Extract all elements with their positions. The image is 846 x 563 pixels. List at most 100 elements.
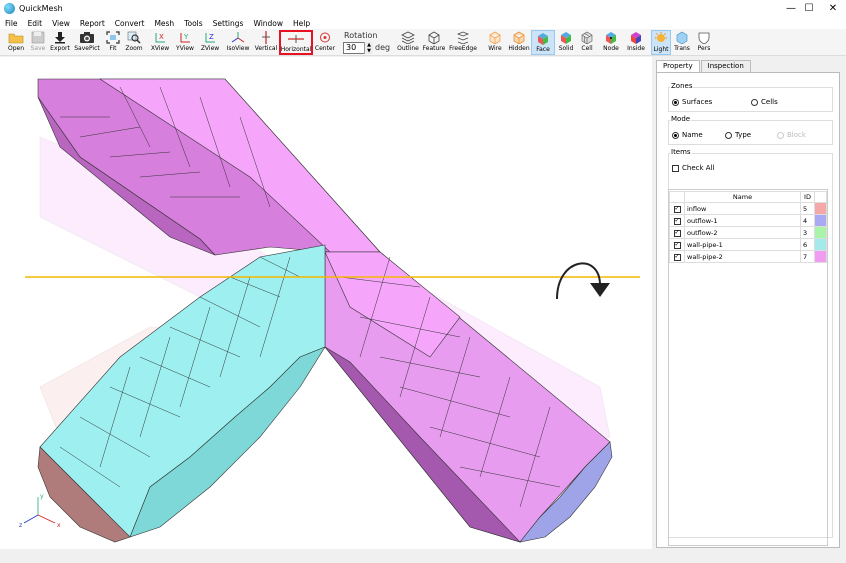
menu-mesh[interactable]: Mesh: [149, 19, 179, 28]
rotation-unit: deg: [375, 43, 391, 52]
rotation-label: Rotation: [344, 31, 378, 40]
menu-bar: File Edit View Report Convert Mesh Tools…: [0, 17, 846, 29]
mesh-viewport[interactable]: y x z: [0, 57, 652, 549]
y-axis-view-icon: Y: [177, 30, 193, 44]
name-radio[interactable]: Name: [672, 131, 703, 139]
folder-icon: [8, 30, 24, 44]
axis-triad: [23, 497, 56, 524]
window-title: QuickMesh: [19, 4, 63, 13]
trans-button[interactable]: Trans: [672, 30, 692, 55]
svg-text:X: X: [159, 33, 164, 41]
row-id: 4: [800, 214, 815, 227]
zones-title: Zones: [670, 82, 694, 90]
horizontal-axis-icon: [288, 32, 304, 45]
row-checkbox[interactable]: ✓: [673, 217, 681, 225]
row-checkbox[interactable]: ✓: [673, 205, 681, 213]
items-table: Name ID ✓ inflow 5 ✓ outflow-1 4 ✓ outfl…: [669, 191, 827, 263]
column-name-header: Name: [684, 191, 801, 203]
column-id-header: ID: [800, 191, 815, 203]
hidden-button[interactable]: Hidden: [507, 30, 531, 55]
row-name: inflow: [684, 202, 801, 215]
node-button[interactable]: Node: [601, 30, 621, 55]
yview-button[interactable]: Y YView: [174, 30, 196, 55]
rotation-stepper[interactable]: ▲ ▼: [364, 42, 373, 54]
menu-tools[interactable]: Tools: [179, 19, 207, 28]
vertical-button[interactable]: Vertical: [254, 30, 278, 55]
row-checkbox[interactable]: ✓: [673, 241, 681, 249]
solid-button[interactable]: Solid: [556, 30, 576, 55]
isoview-button[interactable]: IsoView: [225, 30, 251, 55]
fit-button[interactable]: Fit: [104, 30, 122, 55]
savepict-button[interactable]: SavePict: [73, 30, 101, 55]
menu-window[interactable]: Window: [248, 19, 288, 28]
outline-button[interactable]: Outline: [396, 30, 420, 55]
menu-edit[interactable]: Edit: [23, 19, 48, 28]
wire-button[interactable]: Wire: [484, 30, 506, 55]
xview-button[interactable]: X XView: [149, 30, 171, 55]
row-id: 3: [800, 226, 815, 239]
export-button[interactable]: Export: [49, 30, 71, 55]
tab-property[interactable]: Property: [656, 60, 700, 72]
row-checkbox[interactable]: ✓: [673, 253, 681, 261]
zoom-button[interactable]: Zoom: [124, 30, 144, 55]
x-axis-view-icon: X: [152, 30, 168, 44]
pers-button[interactable]: Pers: [694, 30, 714, 55]
table-row[interactable]: ✓ outflow-2 3: [669, 226, 827, 239]
tab-inspection[interactable]: Inspection: [700, 60, 751, 72]
horizontal-button[interactable]: Horizontal: [279, 30, 313, 55]
row-id: 5: [800, 202, 815, 215]
menu-convert[interactable]: Convert: [110, 19, 150, 28]
block-radio[interactable]: Block: [777, 131, 806, 139]
transparent-cube-icon: [674, 30, 690, 44]
freeedge-button[interactable]: FreeEdge: [449, 30, 477, 55]
table-row[interactable]: ✓ outflow-1 4: [669, 214, 827, 227]
magnifier-icon: [126, 30, 142, 44]
node-cube-icon: [603, 30, 619, 44]
type-radio[interactable]: Type: [725, 131, 751, 139]
row-checkbox[interactable]: ✓: [673, 229, 681, 237]
menu-help[interactable]: Help: [288, 19, 315, 28]
outline-layers-icon: [400, 30, 416, 44]
perspective-shield-icon: [696, 30, 712, 44]
row-id: 6: [800, 238, 815, 251]
inside-cube-icon: [628, 30, 644, 44]
close-button[interactable]: ✕: [818, 0, 846, 17]
fit-screen-icon: [105, 30, 121, 44]
app-logo-icon: [4, 3, 15, 14]
table-header: Name ID: [669, 191, 827, 203]
light-button[interactable]: Light: [651, 30, 671, 55]
check-all-checkbox[interactable]: Check All: [672, 164, 714, 172]
zview-button[interactable]: Z ZView: [199, 30, 221, 55]
table-row[interactable]: ✓ inflow 5: [669, 202, 827, 215]
table-row[interactable]: ✓ wall-pipe-2 7: [669, 250, 827, 263]
center-button[interactable]: Center: [314, 30, 336, 55]
svg-text:Z: Z: [209, 33, 214, 41]
row-name: outflow-1: [684, 214, 801, 227]
free-edge-icon: [455, 30, 471, 44]
open-button[interactable]: Open: [5, 30, 27, 55]
menu-file[interactable]: File: [0, 19, 23, 28]
color-swatch[interactable]: [815, 227, 826, 238]
menu-settings[interactable]: Settings: [208, 19, 249, 28]
inside-button[interactable]: Inside: [625, 30, 647, 55]
row-id: 7: [800, 250, 815, 263]
feature-button[interactable]: Feature: [422, 30, 446, 55]
face-button[interactable]: Face: [531, 30, 555, 55]
save-button[interactable]: Save: [28, 30, 48, 55]
cells-radio[interactable]: Cells: [751, 98, 778, 106]
table-row[interactable]: ✓ wall-pipe-1 6: [669, 238, 827, 251]
menu-report[interactable]: Report: [75, 19, 110, 28]
z-axis-view-icon: Z: [202, 30, 218, 44]
title-bar: QuickMesh — ☐ ✕: [0, 0, 846, 17]
color-swatch[interactable]: [815, 203, 826, 214]
cell-button[interactable]: Cell: [577, 30, 597, 55]
rotate-arrow-icon: [556, 262, 610, 300]
color-swatch[interactable]: [815, 215, 826, 226]
camera-icon: [79, 30, 95, 44]
color-swatch[interactable]: [815, 239, 826, 250]
menu-view[interactable]: View: [47, 19, 75, 28]
axis-x-label: x: [57, 522, 61, 529]
color-swatch[interactable]: [815, 251, 826, 262]
light-bulb-icon: [653, 31, 669, 45]
surfaces-radio[interactable]: Surfaces: [672, 98, 712, 106]
